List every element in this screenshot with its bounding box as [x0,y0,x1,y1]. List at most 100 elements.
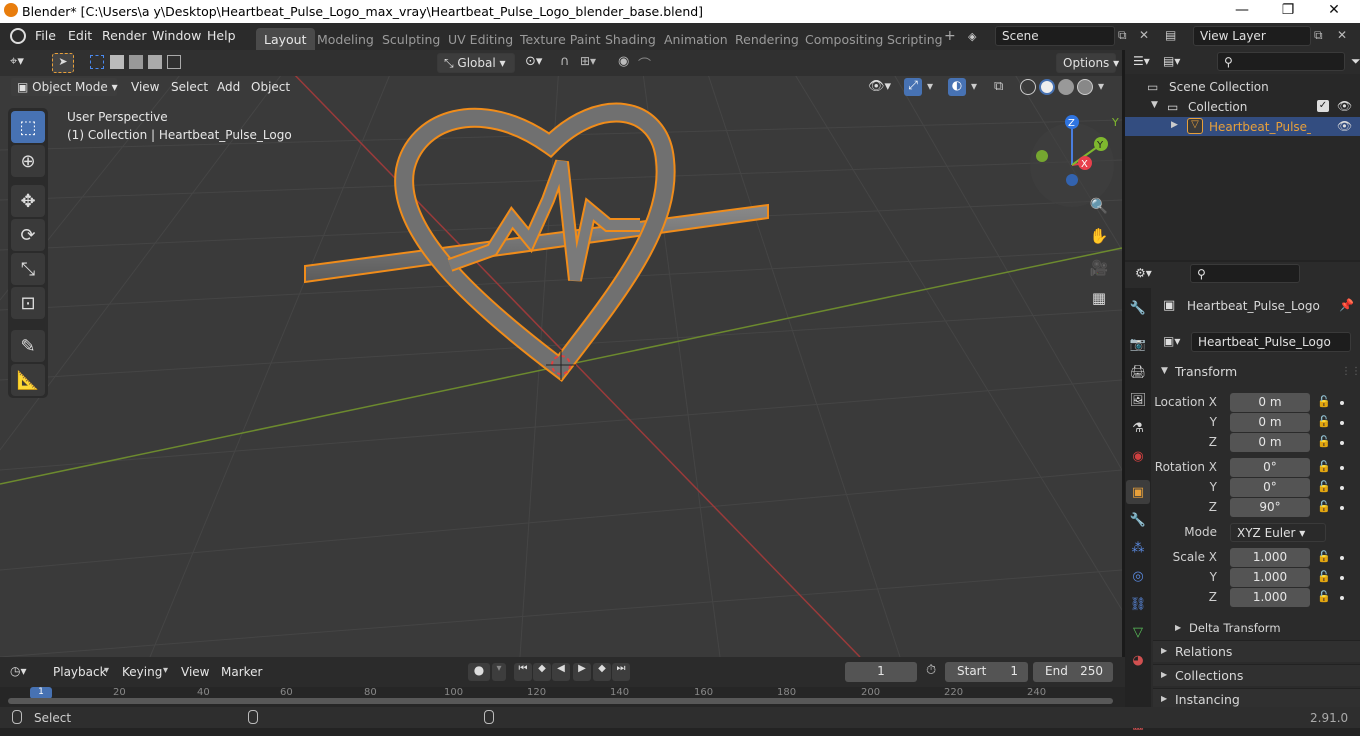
add-workspace-button[interactable]: + [944,28,956,44]
navigation-gizmo[interactable]: Z X Y Y [1030,115,1119,207]
rotation-x-field[interactable]: 0° [1230,458,1310,477]
rotation-y-field[interactable]: 0° [1230,478,1310,497]
transform-drag-handle[interactable]: ⋮⋮ [1341,366,1360,377]
timeline-ruler[interactable]: 1 20 40 60 80 100 120 140 160 180 200 22… [0,687,1125,707]
selection-mode-subtract-icon[interactable] [129,55,143,69]
visibility-icon[interactable]: 👁▾ [868,79,891,94]
viewport-menu-add[interactable]: Add [217,80,240,94]
viewport-menu-view[interactable]: View [131,80,159,94]
gizmo-neg-z-axis[interactable] [1066,174,1078,186]
remove-scene-icon[interactable]: ✕ [1139,28,1149,42]
duplicate-scene-icon[interactable]: ⧉ [1118,28,1127,43]
auto-keying-toggle[interactable]: ● [468,663,490,681]
rotation-z-lock-icon[interactable]: 🔓 [1317,500,1331,513]
tab-particles[interactable]: ⁂ [1126,536,1150,560]
location-y-lock-icon[interactable]: 🔓 [1317,415,1331,428]
overlays-toggle-icon[interactable]: ◐ [948,78,966,96]
menu-edit[interactable]: Edit [68,28,92,43]
tab-data[interactable]: ▽ [1126,620,1150,644]
tab-animation[interactable]: Animation [656,28,736,50]
scale-z-lock-icon[interactable]: 🔓 [1317,590,1331,603]
tab-object[interactable]: ▣ [1126,480,1150,504]
end-frame-field[interactable]: End 250 [1033,662,1113,682]
play-reverse-button[interactable]: ◀ [552,663,570,681]
collections-panel-header[interactable]: ▶ Collections [1153,664,1360,686]
delta-transform-expand-icon[interactable]: ▶ [1175,623,1181,632]
collection-expand-icon[interactable]: ▼ [1151,100,1158,110]
outliner-row-collection[interactable]: ▼ ▭ Collection ✓ 👁 [1125,97,1360,117]
tab-tool[interactable]: 🔧 [1126,296,1150,320]
location-y-field[interactable]: 0 m [1230,413,1310,432]
relations-panel-header[interactable]: ▶ Relations [1153,640,1360,662]
overlays-dropdown-icon[interactable]: ▾ [971,79,977,93]
tool-measure[interactable]: 📐 [11,364,45,396]
camera-view-button[interactable]: 🎥 [1086,255,1112,281]
gizmo-toggle-icon[interactable]: ⤢ [904,78,922,96]
maximize-button[interactable]: ❐ [1268,2,1308,18]
tool-annotate[interactable]: ✎ [11,330,45,362]
minimize-button[interactable]: — [1222,2,1262,18]
jump-start-button[interactable]: ⏮ [514,663,532,681]
tab-compositing[interactable]: Compositing [797,28,891,50]
location-x-field[interactable]: 0 m [1230,393,1310,412]
object-expand-icon[interactable]: ▶ [1171,120,1178,130]
tool-select-box[interactable]: ⬚ [11,111,45,143]
heartbeat-logo-object[interactable] [304,102,769,382]
transform-collapse-icon[interactable]: ▼ [1161,366,1168,376]
viewport-menu-object[interactable]: Object [251,80,290,94]
shading-rendered-icon[interactable] [1077,79,1093,95]
transform-orientation-dropdown[interactable]: ⤡ Global ▾ [437,53,515,73]
tool-transform[interactable]: ⊡ [11,287,45,319]
selection-mode-extend-icon[interactable] [110,55,124,69]
blender-menu-icon[interactable] [10,28,26,44]
scale-y-lock-icon[interactable]: 🔓 [1317,570,1331,583]
snap-target-icon[interactable]: ⊞▾ [580,54,596,68]
scale-x-field[interactable]: 1.000 [1230,548,1310,567]
display-mode-icon[interactable]: ▤▾ [1163,54,1180,68]
duplicate-view-layer-icon[interactable]: ⧉ [1314,28,1323,43]
scene-selector[interactable]: Scene [995,26,1115,46]
xray-toggle-icon[interactable]: ⧉ [994,79,1003,94]
editor-type-icon[interactable]: ⌖▾ [10,54,24,69]
collection-checkbox[interactable]: ✓ [1317,100,1329,112]
rotation-x-lock-icon[interactable]: 🔓 [1317,460,1331,473]
gizmo-dropdown-icon[interactable]: ▾ [927,79,933,93]
pan-view-button[interactable]: ✋ [1086,223,1112,249]
current-frame-field[interactable]: 1 [845,662,917,682]
object-name-field[interactable]: Heartbeat_Pulse_Logo [1191,332,1351,352]
shading-solid-icon[interactable] [1039,79,1055,95]
tab-material[interactable]: ◕ [1126,648,1150,672]
proportional-falloff-icon[interactable]: ⌒ [638,54,651,73]
options-dropdown[interactable]: Options ▾ [1056,53,1119,73]
tab-render[interactable]: 📷 [1126,332,1150,356]
play-button[interactable]: ▶ [573,663,591,681]
properties-search-input[interactable]: ⚲ [1190,264,1300,283]
selection-mode-invert-icon[interactable] [148,55,162,69]
timeline-editor-type-icon[interactable]: ◷▾ [10,664,27,678]
collection-visibility-icon[interactable]: 👁 [1337,99,1352,113]
pivot-point-icon[interactable]: ⊙▾ [525,54,542,69]
tool-move[interactable]: ✥ [11,185,45,217]
preview-range-icon[interactable]: ⏱ [926,663,936,678]
location-y-keyframe-icon[interactable] [1340,421,1344,425]
gizmo-neg-y-axis[interactable] [1036,150,1048,162]
tab-world[interactable]: ◉ [1126,444,1150,468]
shading-wireframe-icon[interactable] [1020,79,1036,95]
filter-icon[interactable]: ⏷ [1351,54,1360,69]
rotation-z-field[interactable]: 90° [1230,498,1310,517]
jump-keyframe-back-button[interactable]: ◆ [533,663,551,681]
menu-file[interactable]: File [35,28,56,43]
tab-modeling[interactable]: Modeling [309,28,382,50]
scale-y-keyframe-icon[interactable] [1340,576,1344,580]
timeline-scrollbar[interactable] [8,698,1113,704]
view-layer-icon[interactable]: ▤ [1165,28,1176,42]
outliner-row-scene[interactable]: ▭ Scene Collection [1125,77,1360,97]
timeline-menu-playback[interactable]: Playback [53,665,107,679]
timeline-menu-view[interactable]: View [181,665,209,679]
tab-texture-paint[interactable]: Texture Paint [512,28,609,50]
scene-icon[interactable]: ◈ [968,30,976,43]
location-x-lock-icon[interactable]: 🔓 [1317,395,1331,408]
tab-modifiers[interactable]: 🔧 [1126,508,1150,532]
auto-keying-dropdown[interactable]: ▾ [492,663,506,681]
location-x-keyframe-icon[interactable] [1340,401,1344,405]
